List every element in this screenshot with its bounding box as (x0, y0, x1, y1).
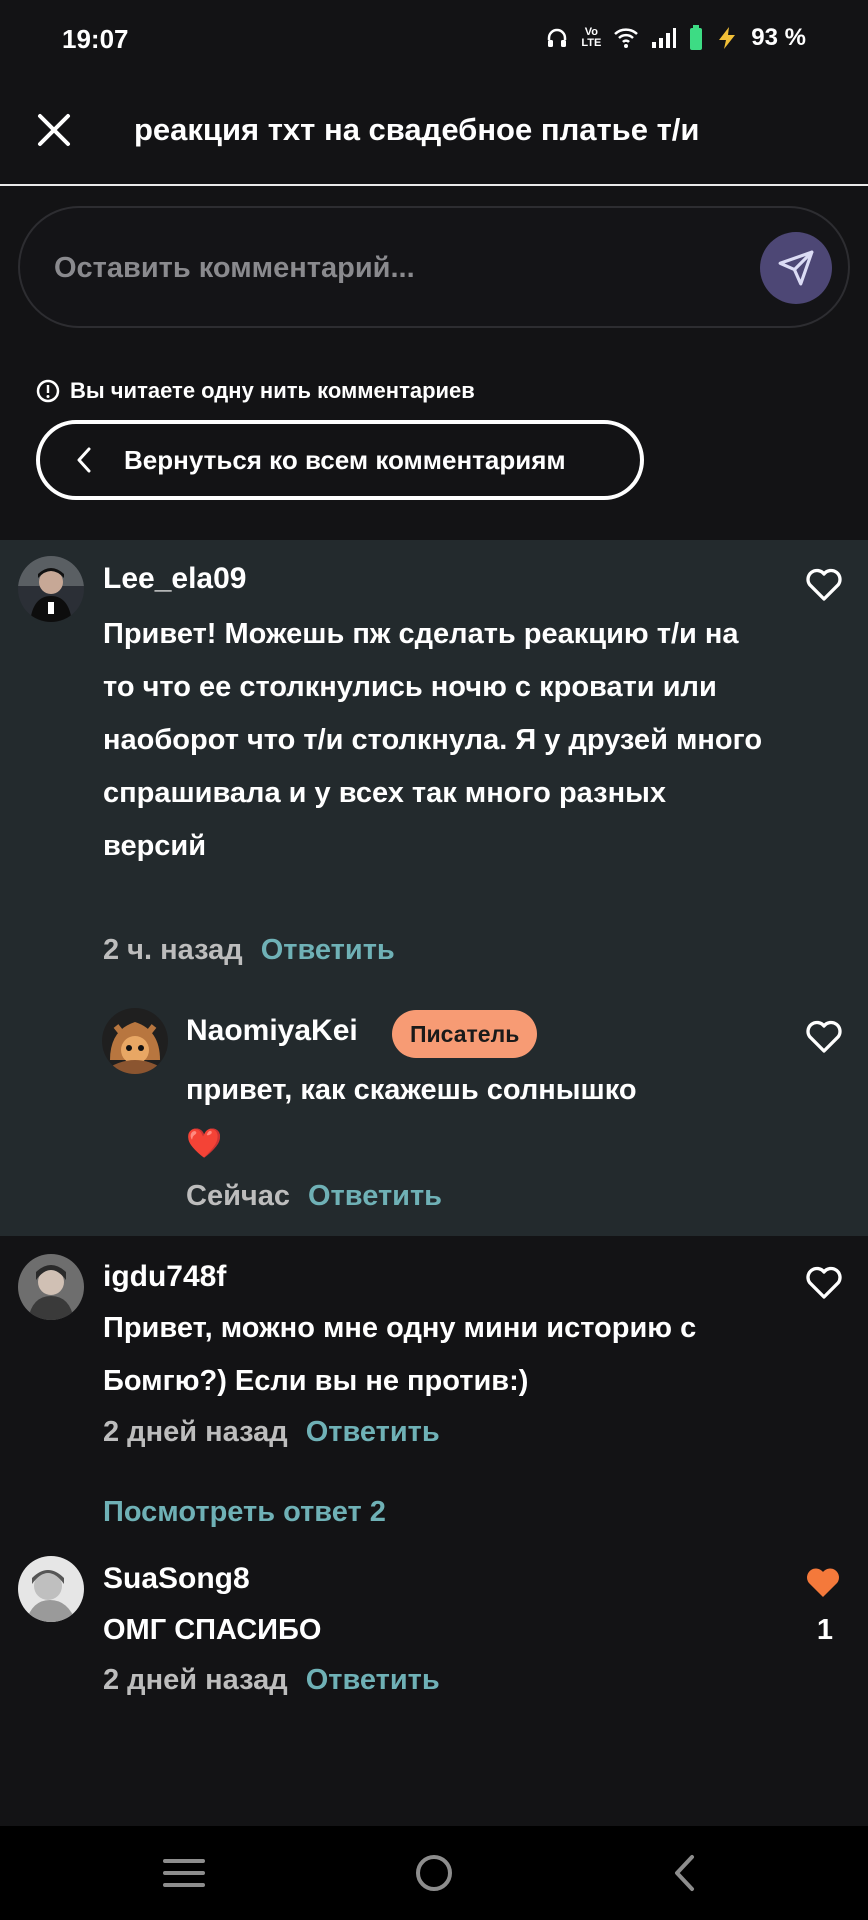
status-time: 19:07 (62, 24, 129, 54)
header: реакция тхт на свадебное платье т/и (0, 82, 868, 186)
reply-text: привет, как скажешь солнышко (186, 1074, 637, 1106)
back-button[interactable] (654, 1846, 714, 1900)
avatar[interactable] (18, 556, 84, 622)
close-icon (38, 114, 70, 146)
comment-username[interactable]: Lee_ela09 (103, 562, 246, 596)
comment-username[interactable]: SuaSong8 (103, 1562, 250, 1596)
heart-filled-icon[interactable] (803, 1562, 843, 1602)
comment-time: 2 ч. назад (103, 934, 243, 966)
reply-button[interactable]: Ответить (306, 1664, 440, 1696)
reply-username[interactable]: NaomiyaKei (186, 1014, 358, 1048)
reply-button[interactable]: Ответить (306, 1416, 440, 1448)
wifi-icon (614, 28, 639, 48)
writer-badge: Писатель (392, 1010, 538, 1058)
back-icon (675, 1855, 694, 1891)
heart-icon[interactable] (804, 1016, 844, 1056)
signal-icon (652, 28, 677, 48)
comment-time: 2 дней назад (103, 1416, 288, 1448)
comment-meta: 2 дней назад Ответить (103, 1664, 440, 1697)
heart-icon[interactable] (804, 1262, 844, 1302)
comment-box (18, 206, 850, 328)
comment-text: ОМГ СПАСИБО (103, 1614, 322, 1646)
status-icons: Vo LTE 93 % (545, 24, 806, 52)
home-icon (416, 1855, 452, 1891)
heart-icon[interactable] (804, 564, 844, 604)
comment-meta: 2 дней назад Ответить (103, 1416, 440, 1449)
battery-percent: 93 % (751, 24, 806, 51)
recent-apps-button[interactable] (154, 1846, 214, 1900)
view-replies-link[interactable]: Посмотреть ответ 2 (103, 1496, 386, 1529)
reply-meta: Сейчас Ответить (186, 1180, 442, 1213)
send-icon (778, 250, 814, 286)
chevron-left-icon (77, 447, 91, 473)
back-to-all-comments-button[interactable]: Вернуться ко всем комментариям (36, 420, 644, 500)
page-title: реакция тхт на свадебное платье т/и (134, 112, 700, 147)
comment-time: 2 дней назад (103, 1664, 288, 1696)
send-button[interactable] (760, 232, 832, 304)
avatar[interactable] (18, 1254, 84, 1320)
status-bar: 19:07 Vo LTE 93 % (0, 0, 868, 82)
comment-input[interactable] (54, 244, 704, 292)
menu-icon (163, 1859, 205, 1887)
comment-text: Привет! Можешь пж сделать реакцию т/и на… (103, 618, 763, 862)
volte-icon: Vo LTE (581, 26, 602, 49)
reply-emoji: ❤️ (186, 1128, 223, 1160)
reply-button[interactable]: Ответить (261, 934, 395, 966)
reply-button[interactable]: Ответить (308, 1180, 442, 1212)
home-button[interactable] (404, 1846, 464, 1900)
reply-time: Сейчас (186, 1180, 290, 1212)
close-button[interactable] (30, 106, 78, 154)
thread-notice: Вы читаете одну нить комментариев (36, 378, 475, 404)
system-nav-bar (0, 1826, 868, 1920)
comment-username[interactable]: igdu748f (103, 1260, 226, 1294)
back-button-label: Вернуться ко всем комментариям (124, 444, 566, 475)
comment-text: Привет, можно мне одну мини историю с Бо… (103, 1312, 697, 1397)
info-icon (36, 379, 60, 403)
like-count: 1 (816, 1614, 834, 1646)
comment-meta: 2 ч. назад Ответить (103, 934, 395, 967)
thread-notice-text: Вы читаете одну нить комментариев (70, 378, 475, 403)
battery-icon (690, 25, 703, 50)
avatar[interactable] (102, 1008, 168, 1074)
headphones-icon (548, 28, 567, 47)
charging-icon (719, 27, 736, 49)
avatar[interactable] (18, 1556, 84, 1622)
